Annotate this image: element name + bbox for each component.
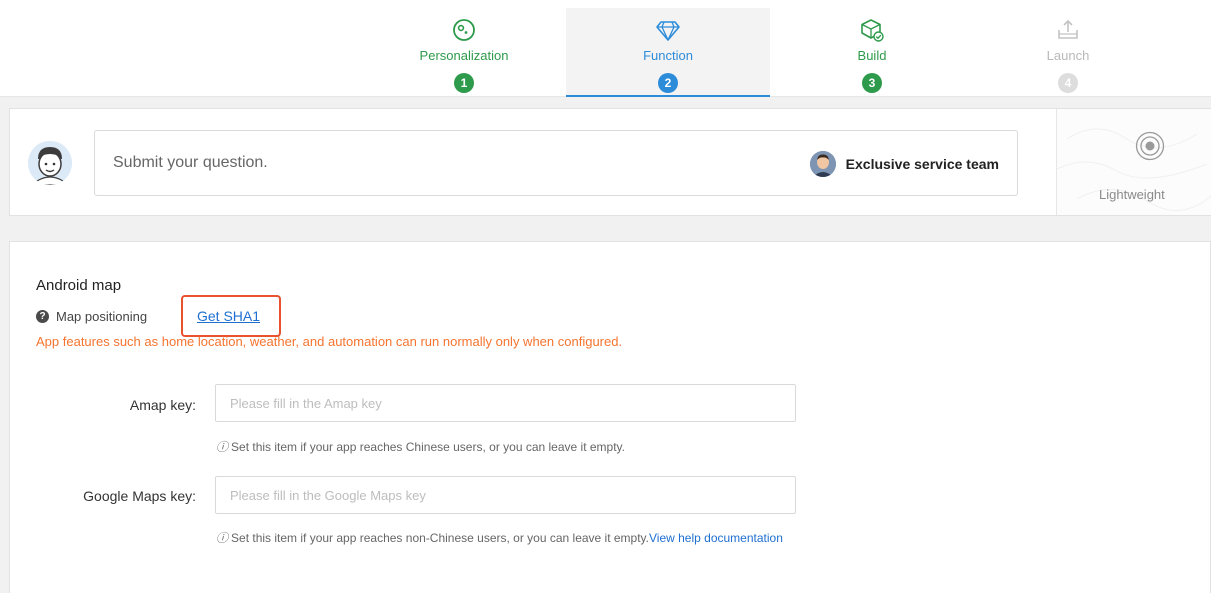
map-positioning-label: Map positioning <box>56 308 148 324</box>
step-launch: Launch 4 <box>966 8 1170 97</box>
target-icon <box>1135 131 1165 161</box>
progress-stepper: Personalization 1 Function 2 Build 3 Lau… <box>0 0 1211 97</box>
step-label: Build <box>857 48 887 63</box>
amap-key-input[interactable] <box>215 384 796 422</box>
user-avatar <box>28 141 72 185</box>
palette-icon <box>453 19 475 41</box>
step-number: 4 <box>1058 73 1078 93</box>
section-title: Android map <box>36 277 122 294</box>
question-mark-icon[interactable]: ? <box>36 309 49 323</box>
google-maps-key-label: Google Maps key: <box>83 488 196 504</box>
question-card: Submit your question. Exclusive service … <box>9 108 1211 216</box>
android-map-card: Android map ? Map positioning Get SHA1 A… <box>9 241 1211 593</box>
step-number: 2 <box>658 73 678 93</box>
service-agent-avatar <box>809 151 836 177</box>
step-label: Launch <box>1046 48 1090 63</box>
google-maps-key-input[interactable] <box>215 476 796 514</box>
step-label: Personalization <box>419 48 509 63</box>
question-input[interactable]: Submit your question. Exclusive service … <box>94 130 1018 196</box>
lightweight-mode-toggle[interactable]: Lightweight <box>1056 109 1211 215</box>
step-number: 3 <box>862 73 882 93</box>
amap-key-hint: ⓘ Set this item if your app reaches Chine… <box>216 438 625 455</box>
google-hint-text: Set this item if your app reaches non-Ch… <box>231 531 649 545</box>
view-help-documentation-link[interactable]: View help documentation <box>649 531 783 545</box>
step-number: 1 <box>454 73 474 93</box>
get-sha1-link[interactable]: Get SHA1 <box>197 308 260 324</box>
amap-hint-text: Set this item if your app reaches Chines… <box>231 440 625 454</box>
step-function[interactable]: Function 2 <box>566 8 770 97</box>
cube-check-icon <box>861 19 884 42</box>
configuration-warning: App features such as home location, weat… <box>36 334 623 349</box>
cartoon-face-icon <box>28 141 72 185</box>
exclusive-service-button[interactable]: Exclusive service team <box>809 151 999 177</box>
info-icon: ⓘ <box>216 440 229 454</box>
google-maps-key-hint: ⓘ Set this item if your app reaches non-C… <box>216 529 783 546</box>
upload-tray-icon <box>1058 19 1078 39</box>
step-label: Function <box>643 48 693 63</box>
amap-key-label: Amap key: <box>129 397 196 413</box>
question-placeholder: Submit your question. <box>113 154 268 171</box>
lightweight-label: Lightweight <box>1099 187 1165 202</box>
diamond-icon <box>656 21 680 41</box>
service-label: Exclusive service team <box>845 156 999 172</box>
step-build[interactable]: Build 3 <box>770 8 974 97</box>
info-icon: ⓘ <box>216 531 229 545</box>
map-positioning-row: ? Map positioning <box>36 308 147 324</box>
step-personalization[interactable]: Personalization 1 <box>362 8 566 97</box>
agent-photo-icon <box>809 151 836 177</box>
